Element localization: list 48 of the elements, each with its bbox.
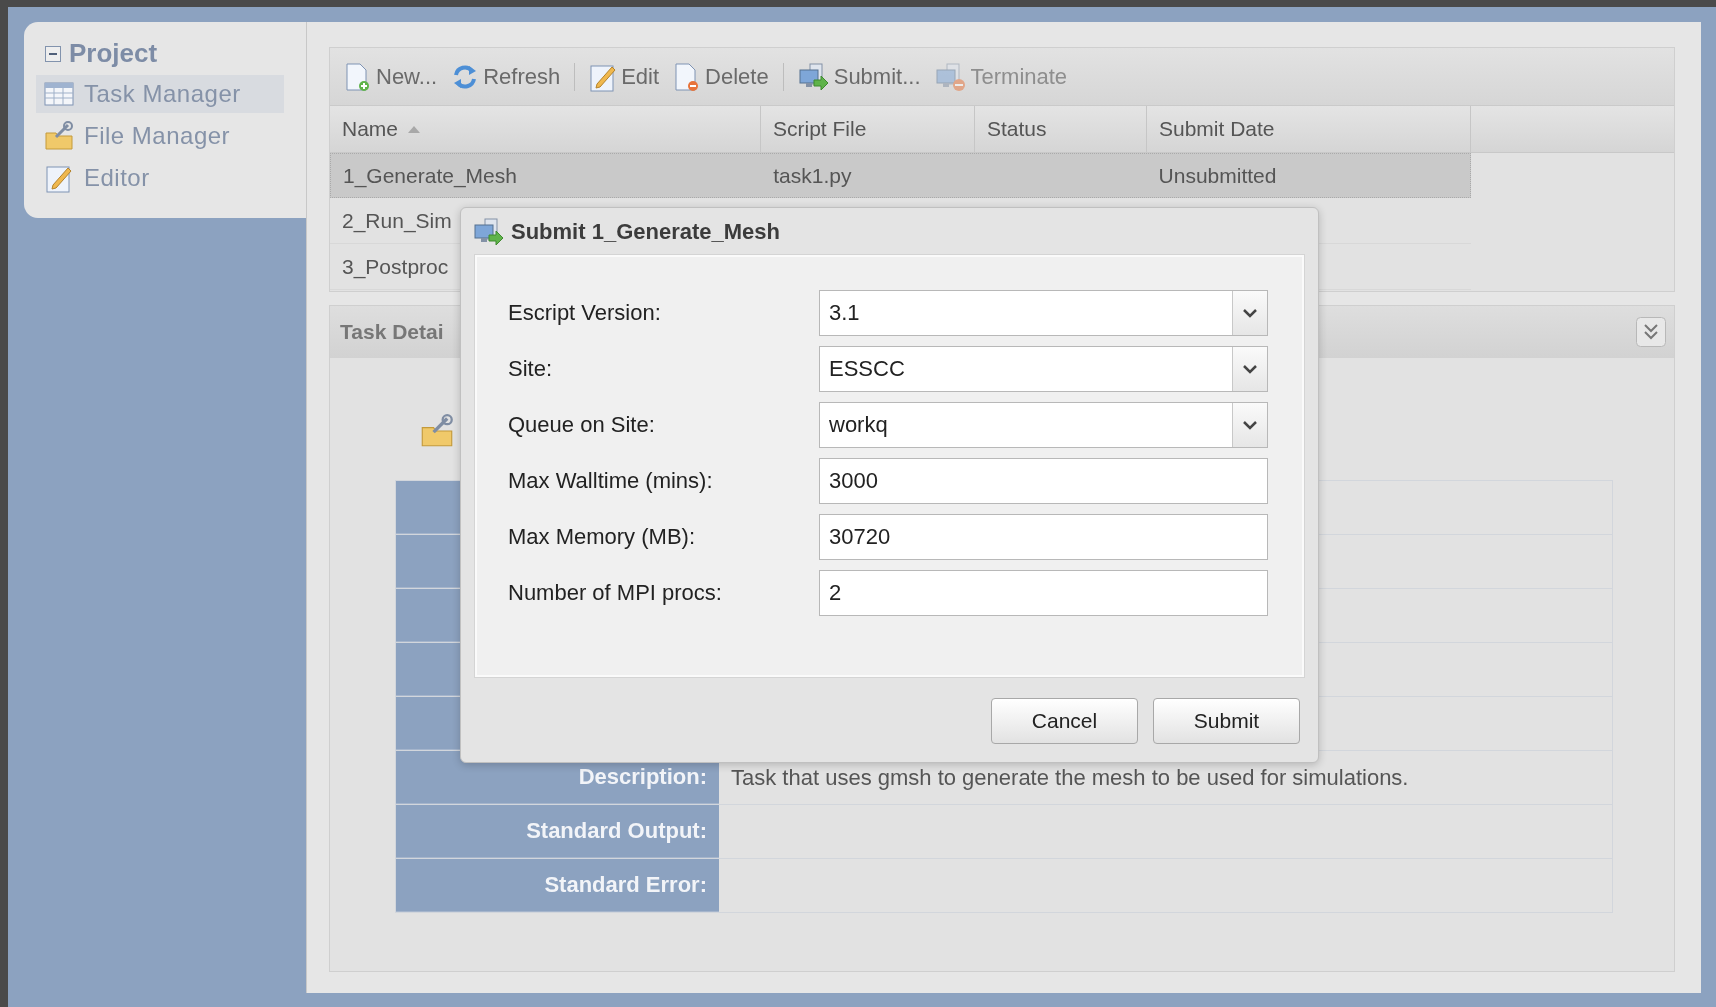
folder-wrench-icon xyxy=(44,121,74,151)
table-cell: Unsubmitted xyxy=(1158,163,1277,188)
dropdown-field[interactable]: 3.1 xyxy=(819,290,1268,336)
toolbar-button[interactable]: Delete xyxy=(669,59,773,94)
collapse-icon[interactable] xyxy=(1636,317,1666,347)
table-icon xyxy=(44,81,74,107)
label-cell: Standard Error: xyxy=(396,859,719,912)
new-page-icon xyxy=(344,61,372,92)
field-label: Site: xyxy=(508,356,554,382)
column-header[interactable]: Status xyxy=(975,106,1147,152)
field-label: Number of MPI procs: xyxy=(508,580,723,606)
field-value: Task that uses gmsh to generate the mesh to be used for simulations. xyxy=(731,764,1409,791)
computer-arrow-icon xyxy=(473,216,505,247)
dropdown-field[interactable]: ESSCC xyxy=(819,346,1268,392)
field-label: Queue on Site: xyxy=(508,412,656,438)
dialog-button[interactable]: Submit xyxy=(1153,698,1300,744)
label-cell: Standard Output: xyxy=(396,805,719,858)
toolbar-button[interactable]: New... xyxy=(340,59,442,94)
chevron-down-icon[interactable] xyxy=(1242,364,1258,374)
toolbar-button[interactable]: Edit xyxy=(585,59,664,94)
computer-arrow-icon xyxy=(797,61,830,92)
column-header[interactable]: Script File xyxy=(761,106,975,152)
table-cell: 3_Postproc xyxy=(342,254,449,279)
toolbar-button[interactable]: Refresh xyxy=(447,60,565,93)
dropdown-field[interactable]: workq xyxy=(819,402,1268,448)
input-field[interactable]: 30720 xyxy=(819,514,1268,560)
table-cell: task1.py xyxy=(773,163,852,188)
chevron-down-icon[interactable] xyxy=(1242,420,1258,430)
folder-wrench-icon xyxy=(420,414,454,448)
toolbar-button[interactable]: Submit... xyxy=(793,59,925,94)
table-cell: 2_Run_Sim xyxy=(342,208,452,233)
chevron-down-icon[interactable] xyxy=(1242,308,1258,318)
dialog-button[interactable]: Cancel xyxy=(991,698,1138,744)
field-label: Max Memory (MB): xyxy=(508,524,696,550)
column-header[interactable]: Submit Date xyxy=(1147,106,1471,152)
dialog-title: Submit 1_Generate_Mesh xyxy=(511,218,780,245)
field-label: Escript Version: xyxy=(508,300,662,326)
input-field[interactable]: 2 xyxy=(819,570,1268,616)
table-cell: 1_Generate_Mesh xyxy=(343,163,517,188)
collapse-icon[interactable] xyxy=(45,45,61,62)
panel-title: Task Detai xyxy=(340,320,444,344)
field-label: Max Walltime (mins): xyxy=(508,468,714,494)
table-row[interactable]: 1_Generate_Mesh task1.py Unsubmitted xyxy=(330,153,1471,198)
pencil-page-icon xyxy=(44,163,74,193)
panel-title: Project xyxy=(69,38,158,69)
column-header[interactable]: Name xyxy=(330,106,761,152)
input-field[interactable]: 3000 xyxy=(819,458,1268,504)
computer-minus-icon xyxy=(934,61,967,92)
